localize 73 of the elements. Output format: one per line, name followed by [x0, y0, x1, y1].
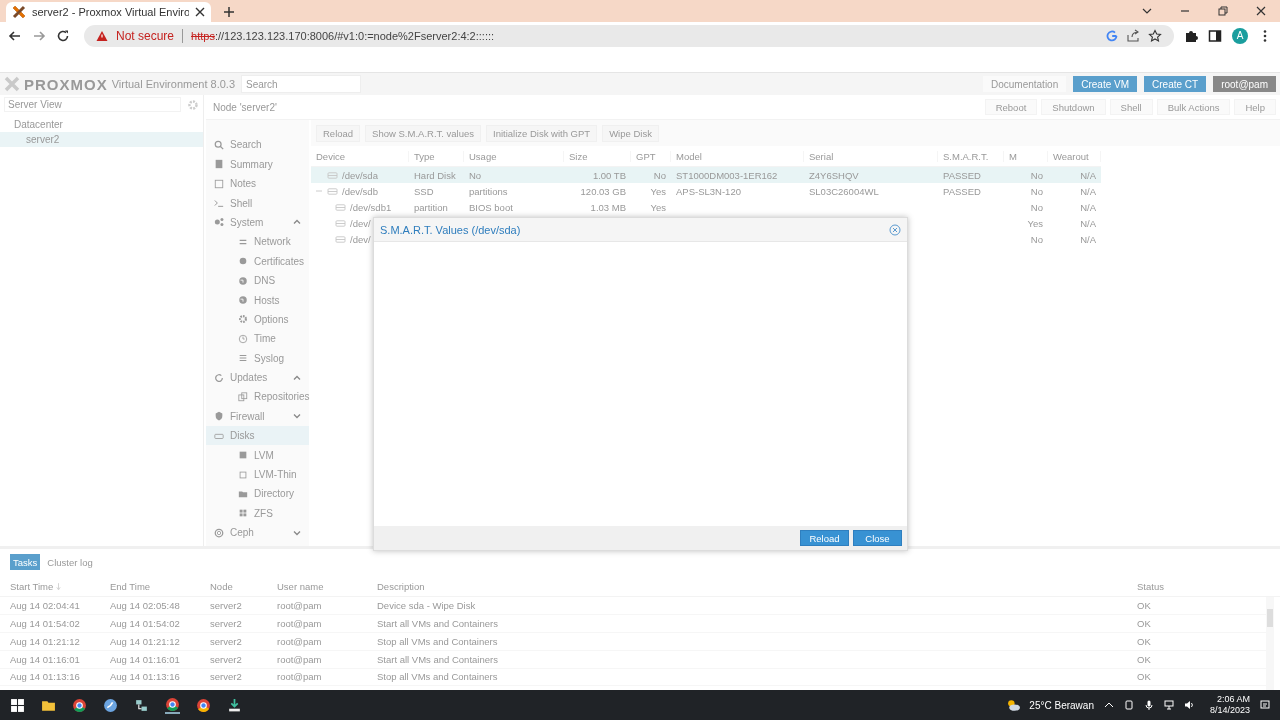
table-cell: Yes	[650, 185, 666, 197]
table-cell-text: Aug 14 01:16:01	[109, 653, 181, 665]
table-cell-text: server2	[209, 618, 243, 630]
tab-title: server2 - Proxmox Virtual Enviro	[32, 5, 189, 18]
table-cell: No	[1030, 169, 1043, 181]
table-cell: ST1000DM003-1ER162	[676, 169, 778, 181]
table-cell-text: server2	[209, 635, 243, 647]
table-cell-text: Aug 14 01:21:12	[9, 635, 81, 647]
table-cell: N/A	[1080, 201, 1096, 213]
table-cell: Hard Disk	[414, 169, 456, 181]
table-cell: /dev/sdb	[342, 185, 378, 197]
table-cell: /dev/	[350, 217, 371, 229]
table-cell-text: server2	[209, 600, 243, 612]
table-cell: /dev/sdb1	[350, 201, 392, 213]
table-cell: No	[1030, 201, 1043, 213]
table-cell-text: server2	[209, 653, 243, 665]
table-cell: Yes	[1027, 217, 1043, 229]
table-cell-text: root@pam	[276, 653, 323, 665]
table-cell-text: Aug 14 01:13:16	[109, 671, 181, 683]
time-text: 2:06 AM	[1216, 694, 1250, 706]
table-cell-text: server2	[209, 671, 243, 683]
table-cell-text: root@pam	[276, 671, 323, 683]
table-cell: 1.03 MB	[590, 201, 626, 213]
table-cell: N/A	[1080, 217, 1096, 229]
dialog-title: S.M.A.R.T. Values (/dev/sda)	[380, 223, 522, 236]
table-cell-text: Aug 14 02:04:41	[9, 600, 81, 612]
table-cell: APS-SL3N-120	[676, 185, 741, 197]
table-cell-text: Start all VMs and Containers	[376, 653, 499, 665]
table-cell: N/A	[1080, 169, 1096, 181]
table-cell: partitions	[469, 185, 508, 197]
table-cell-text: Aug 14 01:54:02	[109, 618, 181, 630]
table-cell: No	[469, 169, 482, 181]
table-cell-text: Aug 14 01:16:01	[9, 653, 81, 665]
table-cell-text: OK	[1136, 600, 1152, 612]
table-cell: /dev/sda	[342, 169, 378, 181]
table-cell-text: Aug 14 01:13:16	[9, 671, 81, 683]
table-cell-text: OK	[1136, 635, 1152, 647]
table-cell: 1.00 TB	[592, 169, 626, 181]
table-cell: N/A	[1080, 185, 1096, 197]
table-cell-text: OK	[1136, 618, 1152, 630]
table-cell-text: Aug 14 02:05:48	[109, 600, 181, 612]
security-label: Not secure	[116, 28, 175, 43]
weather-text: 25°C Berawan	[1029, 699, 1094, 711]
table-cell-text: Stop all VMs and Containers	[376, 671, 499, 683]
table-cell-text: Aug 14 01:21:12	[109, 635, 181, 647]
table-cell-text: root@pam	[276, 618, 323, 630]
table-cell: PASSED	[943, 169, 981, 181]
table-cell-text: OK	[1136, 653, 1152, 665]
logo-text: PROXMOX	[24, 75, 108, 93]
table-cell-text: Device sda - Wipe Disk	[376, 600, 477, 612]
url-text: https://123.123.123.170:8006/#v1:0:=node%2Fserver2:4:2::::::	[191, 29, 495, 42]
table-cell: Yes	[650, 201, 666, 213]
table-cell: BIOS boot	[469, 201, 513, 213]
table-cell-text: root@pam	[276, 635, 323, 647]
table-cell: PASSED	[943, 185, 981, 197]
table-cell: SL03C26004WL	[809, 185, 879, 197]
table-cell: SSD	[414, 185, 434, 197]
table-cell: 120.03 GB	[580, 185, 626, 197]
table-cell: Z4Y6SHQV	[809, 169, 859, 181]
table-cell-text: Stop all VMs and Containers	[376, 635, 499, 647]
table-cell-text: Start all VMs and Containers	[376, 618, 499, 630]
table-cell: N/A	[1080, 233, 1096, 245]
table-cell: No	[1030, 185, 1043, 197]
table-cell: /dev/	[350, 233, 371, 245]
node-title: Node 'server2'	[212, 101, 277, 113]
table-cell-text: OK	[1136, 671, 1152, 683]
date-text: 8/14/2023	[1209, 705, 1250, 717]
table-cell: No	[653, 169, 666, 181]
table-cell: partition	[414, 201, 448, 213]
product-version: Virtual Environment 8.0.3	[111, 78, 235, 91]
table-cell: No	[1030, 233, 1043, 245]
table-cell-text: Aug 14 01:54:02	[9, 618, 81, 630]
table-cell-text: root@pam	[276, 600, 323, 612]
